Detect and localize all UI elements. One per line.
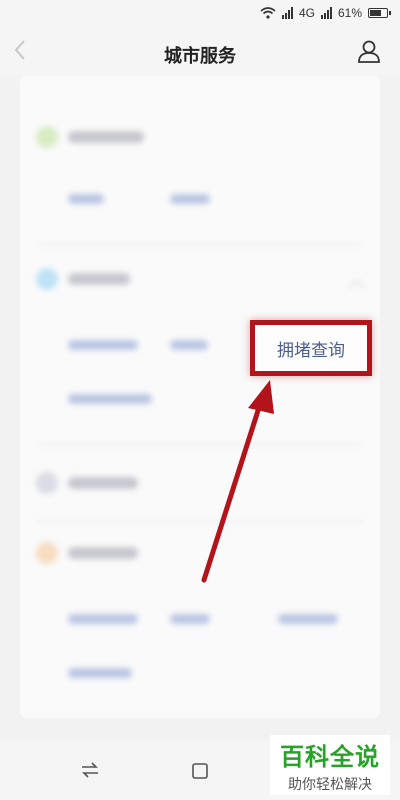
- section-1-icon: [36, 126, 58, 148]
- home-button[interactable]: [188, 762, 212, 786]
- blurred-content: [20, 76, 380, 718]
- section-4-item[interactable]: [68, 668, 132, 678]
- swap-icon: [82, 762, 98, 778]
- section-3-header: [36, 472, 138, 494]
- signal-icon-2: [320, 7, 332, 19]
- header: 城市服务: [0, 30, 400, 76]
- battery-icon: [368, 8, 391, 18]
- watermark-logo: 百科全说 助你轻松解决: [270, 735, 390, 795]
- section-2-icon: [36, 268, 58, 290]
- user-button[interactable]: [356, 38, 384, 66]
- section-4-item[interactable]: [170, 614, 210, 624]
- section-4-header: [36, 542, 138, 564]
- page-title: 城市服务: [164, 46, 236, 66]
- signal-icon: [281, 7, 293, 19]
- congestion-query-highlight[interactable]: 拥堵查询: [250, 320, 372, 376]
- section-4-item[interactable]: [278, 614, 338, 624]
- swap-button[interactable]: [78, 762, 102, 786]
- section-2-item[interactable]: [68, 340, 138, 350]
- section-1-item[interactable]: [68, 194, 104, 204]
- wifi-icon: [260, 7, 276, 19]
- square-icon: [192, 763, 208, 779]
- section-1-item[interactable]: [170, 194, 210, 204]
- section-4-item[interactable]: [68, 614, 138, 624]
- battery-percent: 61%: [337, 6, 362, 20]
- user-icon: [358, 40, 380, 63]
- watermark-subtitle: 助你轻松解决: [288, 776, 372, 792]
- congestion-query-label: 拥堵查询: [277, 340, 345, 360]
- status-bar: 4G 61%: [0, 0, 400, 30]
- watermark-title: 百科全说: [280, 744, 380, 771]
- section-4-icon: [36, 542, 58, 564]
- network-type: 4G: [298, 6, 315, 20]
- services-panel: [20, 76, 380, 718]
- chevron-up-icon[interactable]: [348, 279, 365, 296]
- section-2-item[interactable]: [68, 394, 152, 404]
- section-2-header: [36, 268, 130, 290]
- status-icons: 4G 61%: [260, 6, 391, 20]
- section-1-header: [36, 126, 144, 148]
- section-3-icon: [36, 472, 58, 494]
- section-2-item[interactable]: [170, 340, 208, 350]
